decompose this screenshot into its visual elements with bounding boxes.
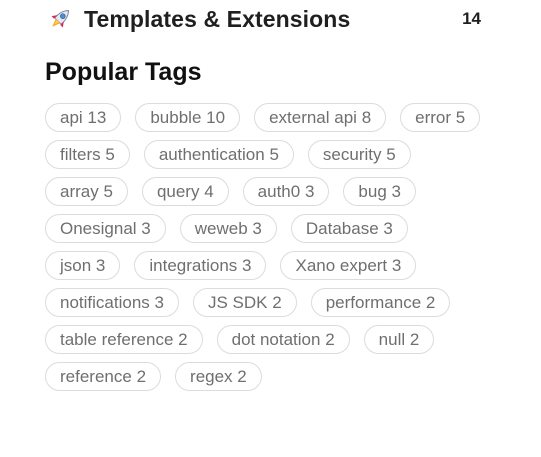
page: Templates & Extensions 14 Popular Tags a… xyxy=(0,0,541,457)
tag-count: 3 xyxy=(391,256,402,275)
tag-name: security xyxy=(322,145,382,164)
tag-count: 3 xyxy=(391,182,401,201)
tag-count: 4 xyxy=(204,182,214,201)
tag-name: external api xyxy=(269,108,357,127)
tag-chip[interactable]: api 13 xyxy=(45,103,122,132)
tag-name: authentication xyxy=(158,145,265,164)
tag-count: 3 xyxy=(154,293,164,312)
tag-name: dot notation xyxy=(231,330,321,349)
tag-name: query xyxy=(156,182,200,201)
tag-chip[interactable]: Onesignal 3 xyxy=(45,214,166,243)
tag-chip[interactable]: Xano expert 3 xyxy=(280,251,417,280)
tag-name: Database xyxy=(305,219,379,238)
tag-name: notifications xyxy=(60,293,150,312)
tag-name: null xyxy=(378,330,406,349)
tag-count: 5 xyxy=(269,145,279,164)
tag-name: error xyxy=(415,108,452,127)
tag-name: bubble xyxy=(150,108,202,127)
tag-count: 5 xyxy=(103,182,113,201)
tag-chip[interactable]: performance 2 xyxy=(310,288,451,317)
category-link-templates-extensions[interactable]: Templates & Extensions 14 xyxy=(46,2,486,36)
tag-count: 3 xyxy=(95,256,106,275)
tag-count: 5 xyxy=(105,145,115,164)
tag-chip[interactable]: null 2 xyxy=(363,325,435,354)
tag-count: 13 xyxy=(87,108,107,127)
tag-name: auth0 xyxy=(257,182,301,201)
tag-count: 10 xyxy=(206,108,226,127)
tag-count: 2 xyxy=(178,330,188,349)
tag-chip[interactable]: regex 2 xyxy=(175,362,262,391)
tag-count: 8 xyxy=(361,108,372,127)
tag-chip[interactable]: reference 2 xyxy=(45,362,162,391)
tag-name: json xyxy=(60,256,92,275)
tag-chip[interactable]: external api 8 xyxy=(254,103,387,132)
tag-count: 2 xyxy=(425,293,436,312)
tag-chip[interactable]: authentication 5 xyxy=(143,140,294,169)
tag-chip[interactable]: Database 3 xyxy=(290,214,408,243)
category-name: Templates & Extensions xyxy=(84,5,351,32)
tag-count: 5 xyxy=(455,108,466,127)
tag-chip[interactable]: JS SDK 2 xyxy=(192,288,297,317)
tag-name: JS SDK xyxy=(207,293,268,312)
tag-name: integrations xyxy=(149,256,238,275)
tag-count: 3 xyxy=(141,219,151,238)
tag-chip[interactable]: query 4 xyxy=(141,177,229,206)
tag-chip[interactable]: dot notation 2 xyxy=(216,325,350,354)
tag-chip[interactable]: filters 5 xyxy=(45,140,130,169)
tag-count: 2 xyxy=(136,367,147,386)
tag-name: api xyxy=(60,108,83,127)
category-count: 14 xyxy=(462,9,481,28)
tag-count: 3 xyxy=(242,256,252,275)
tag-count: 3 xyxy=(304,182,315,201)
tag-count: 2 xyxy=(325,330,335,349)
tag-name: table reference xyxy=(60,330,174,349)
popular-tags-list: api 13 bubble 10 external api 8 error 5 filt… xyxy=(45,103,485,391)
tag-name: bug xyxy=(358,182,387,201)
tag-count: 2 xyxy=(272,293,282,312)
tag-chip[interactable]: weweb 3 xyxy=(179,214,277,243)
tag-name: regex xyxy=(190,367,233,386)
tag-chip[interactable]: security 5 xyxy=(307,140,411,169)
tag-name: reference xyxy=(60,367,132,386)
tag-count: 2 xyxy=(409,330,420,349)
tag-count: 3 xyxy=(252,219,262,238)
tag-name: weweb xyxy=(194,219,248,238)
popular-tags-title: Popular Tags xyxy=(45,58,202,86)
tag-chip[interactable]: table reference 2 xyxy=(45,325,203,354)
tag-name: Onesignal xyxy=(60,219,137,238)
tag-name: Xano expert xyxy=(295,256,388,275)
tag-chip[interactable]: bubble 10 xyxy=(135,103,241,132)
tag-count: 2 xyxy=(237,367,247,386)
tag-chip[interactable]: bug 3 xyxy=(343,177,416,206)
rocket-icon xyxy=(46,5,74,33)
tag-chip[interactable]: auth0 3 xyxy=(242,177,330,206)
tag-chip[interactable]: json 3 xyxy=(45,251,121,280)
tag-chip[interactable]: integrations 3 xyxy=(134,251,267,280)
tag-chip[interactable]: array 5 xyxy=(45,177,128,206)
tag-name: performance xyxy=(325,293,422,312)
tag-name: array xyxy=(60,182,99,201)
tag-chip[interactable]: notifications 3 xyxy=(45,288,179,317)
tag-name: filters xyxy=(60,145,101,164)
tag-count: 3 xyxy=(383,219,393,238)
tag-count: 5 xyxy=(386,145,396,164)
tag-chip[interactable]: error 5 xyxy=(400,103,481,132)
